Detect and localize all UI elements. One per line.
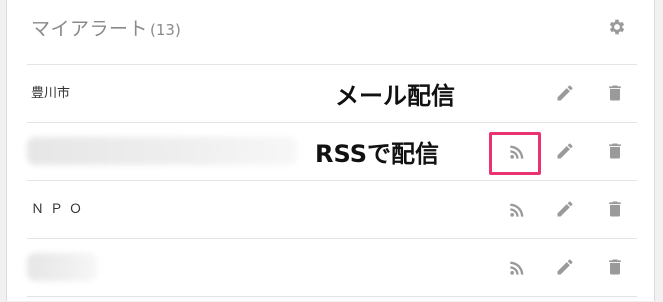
delete-trash-icon[interactable] [605,199,625,219]
edit-pencil-icon[interactable] [555,83,575,103]
rss-delivery-annotation: RSSで配信 [315,140,439,168]
card-title: マイアラート [31,18,149,40]
delete-trash-icon[interactable] [605,257,625,277]
edit-pencil-icon[interactable] [555,199,575,219]
rss-feed-icon[interactable] [507,200,527,220]
edit-pencil-icon[interactable] [555,257,575,277]
card-header: マイアラート (13) [31,14,181,44]
edit-pencil-icon[interactable] [555,141,575,161]
next-row-edge [27,296,637,302]
alert-label: 豊川市 [31,86,71,101]
alert-row[interactable]: ＮＰＯ [27,180,637,239]
rss-highlight-box [489,132,541,175]
alert-count: (13) [150,21,181,39]
settings-gear-icon[interactable] [607,17,627,37]
email-delivery-annotation: メール配信 [335,82,455,110]
rss-feed-icon[interactable] [507,258,527,278]
blurred-alert-label [27,137,297,165]
alert-row[interactable] [27,238,637,297]
delete-trash-icon[interactable] [605,141,625,161]
delete-trash-icon[interactable] [605,83,625,103]
alert-row[interactable]: 豊川市 [27,64,637,123]
alert-label: ＮＰＯ [31,202,89,217]
blurred-alert-label [27,253,97,281]
